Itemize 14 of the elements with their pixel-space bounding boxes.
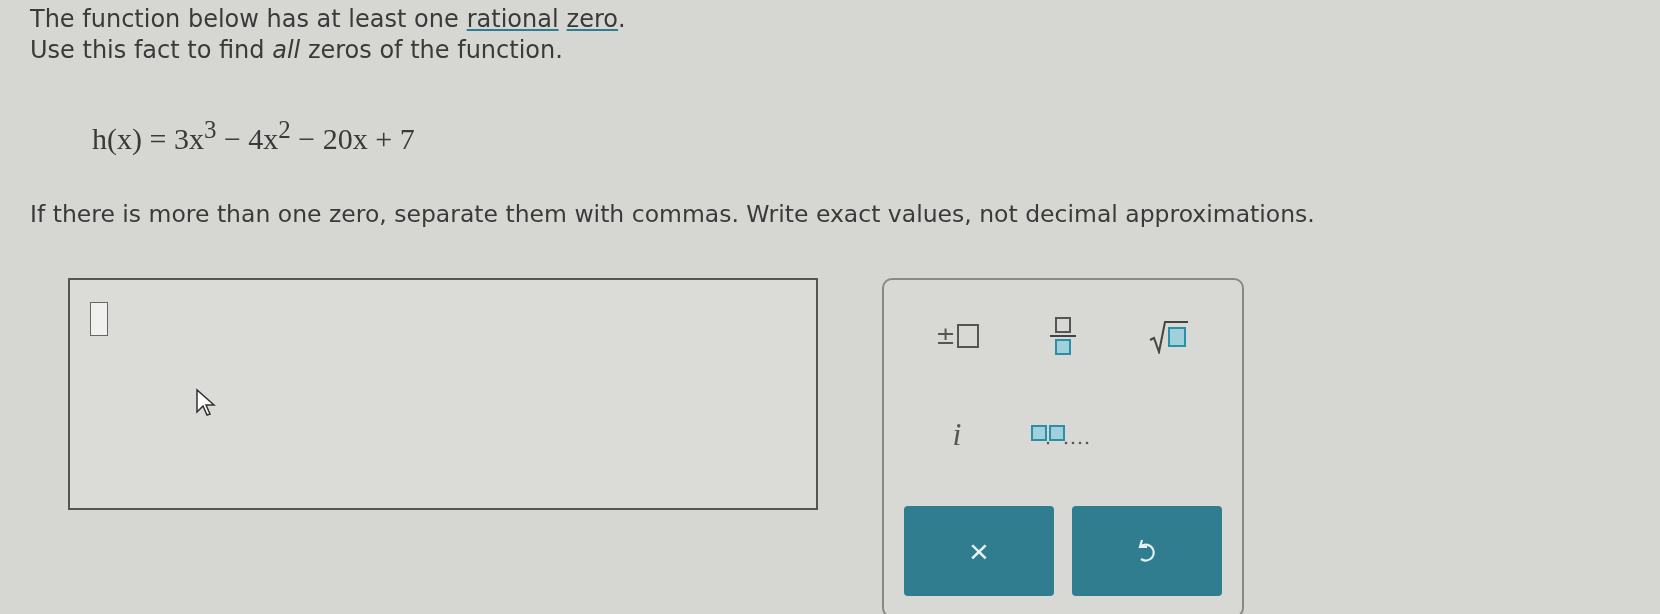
clear-button[interactable]: × <box>904 506 1054 596</box>
answer-box[interactable] <box>68 278 818 510</box>
imaginary-unit-key[interactable]: i <box>904 404 1010 464</box>
square-root-icon <box>1149 318 1189 354</box>
instruction-text: If there is more than one zero, separate them with commas. Write exact values, not decimal approximations. <box>30 199 1316 230</box>
mouse-pointer-icon <box>195 388 219 418</box>
plus-minus-key[interactable]: ± <box>904 306 1010 366</box>
prompt-text: Use this fact to find all zeros of the function. <box>30 35 564 66</box>
prompt-text: . <box>618 4 626 35</box>
function-equation: h(x) = 3x$^{3}$ − 4x$^{2}$ − 20x + 7 <box>92 115 416 157</box>
glossary-link[interactable]: zero <box>566 4 618 35</box>
prompt-text: The function below has at least one <box>30 4 459 35</box>
fraction-icon <box>1049 316 1077 356</box>
glossary-link[interactable]: rational <box>466 4 559 35</box>
